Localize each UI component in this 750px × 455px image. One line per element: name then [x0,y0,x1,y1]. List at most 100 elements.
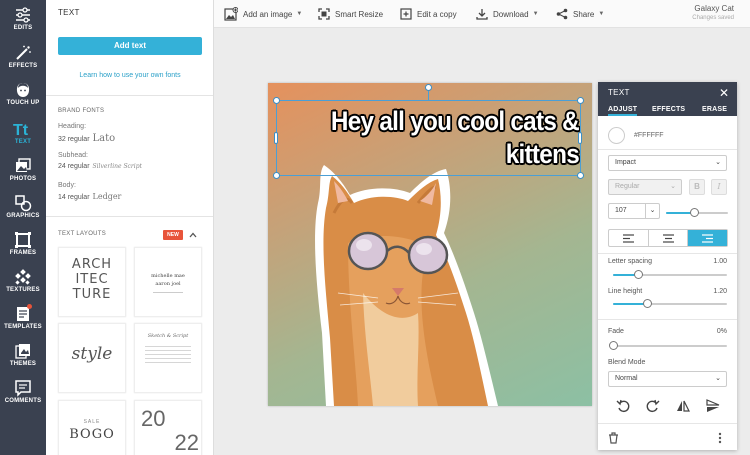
nav-item-comments[interactable]: COMMENTS [0,377,46,414]
share-button[interactable]: Share ▼ [556,0,604,28]
blend-mode-value: Normal [615,375,638,382]
chevron-down-icon: ⌄ [645,204,659,218]
notification-dot [27,304,32,309]
document-title[interactable]: Galaxy Cat [694,4,734,13]
chevron-up-icon[interactable] [188,230,198,240]
edit-copy-label: Edit a copy [417,9,457,19]
tab-adjust[interactable]: ADJUST [608,106,638,116]
add-text-button[interactable]: Add text [58,37,202,55]
tab-erase[interactable]: ERASE [702,106,727,113]
align-left-button[interactable] [609,230,649,246]
font-size-slider[interactable] [666,208,728,217]
side-handle[interactable] [274,132,278,144]
align-right-button[interactable] [688,230,728,246]
rotate-left-icon[interactable] [616,399,630,413]
slider-knob[interactable] [634,270,644,279]
letter-spacing-slider[interactable] [613,270,727,279]
nav-item-touch-up[interactable]: TOUCH UP [0,79,46,116]
font-family-select[interactable]: Impact ⌄ [608,155,727,171]
layout-tile[interactable]: Sketch & Script [134,323,202,393]
edit-copy-button[interactable]: Edit a copy [400,0,457,28]
resize-handle[interactable] [577,172,584,179]
letter-spacing-label: Letter spacing [608,258,652,265]
align-center-icon [662,233,674,243]
fade-slider[interactable] [609,341,727,350]
divider [46,95,213,96]
slider-knob[interactable] [689,208,699,217]
tile-text-lines [145,346,191,366]
slider-knob[interactable] [609,341,618,350]
layout-tile-text: ARCH [71,257,113,272]
subhead-font-value[interactable]: 24 regular Silverline Script [58,163,142,170]
smart-resize-label: Smart Resize [335,9,384,19]
trash-icon[interactable] [608,432,619,444]
flip-vertical-icon[interactable] [706,399,720,413]
properties-header: TEXT ✕ ADJUST EFFECTS ERASE [598,82,737,116]
font-size-input[interactable]: 107 ⌄ [608,203,660,219]
nav-label-frames: FRAMES [9,250,37,256]
align-left-icon [622,233,634,243]
heading-font-sample: Lato [92,133,116,144]
side-handle[interactable] [578,132,582,144]
resize-handle[interactable] [577,97,584,104]
slider-knob[interactable] [643,299,653,308]
rotate-handle[interactable] [425,84,432,91]
comment-icon [15,380,31,397]
body-font-sample: Ledger [92,192,122,201]
color-swatch[interactable] [608,127,625,144]
download-button[interactable]: Download ▼ [476,0,539,28]
layout-tile-text: michelle mae [151,273,185,279]
color-hex-value[interactable]: #FFFFFF [634,132,664,139]
italic-button[interactable]: I [711,179,727,195]
subhead-font-label: Subhead: [58,152,88,159]
fade-value: 0% [716,328,727,335]
nav-label-templates: TEMPLATES [4,324,42,330]
layout-tile-text: aaron joel [155,281,181,287]
line-height-slider[interactable] [613,299,727,308]
nav-item-photos[interactable]: PHOTOS [0,155,46,192]
divider [598,253,737,254]
learn-fonts-link[interactable]: Learn how to use your own fonts [46,72,213,79]
text-selection-box[interactable] [276,100,581,176]
resize-handle[interactable] [273,97,280,104]
nav-item-templates[interactable]: TEMPLATES [0,303,46,340]
close-icon[interactable]: ✕ [719,86,729,100]
flip-horizontal-icon[interactable] [676,399,690,413]
add-image-icon [224,7,238,21]
rotate-right-icon[interactable] [646,399,660,413]
layout-tile[interactable]: style [58,323,126,393]
svg-text:Tt: Tt [13,122,29,138]
magic-wand-icon [16,45,31,60]
share-label: Share [573,9,595,19]
resize-handle[interactable] [273,172,280,179]
layout-tile[interactable]: michelle mae aaron joel [134,247,202,317]
blend-mode-select[interactable]: Normal ⌄ [608,371,727,387]
nav-label-comments: COMMENTS [4,398,42,404]
layout-tile-text: 20 [141,406,166,431]
nav-item-text[interactable]: Tt TEXT [0,118,46,155]
line-height-value: 1.20 [713,288,727,295]
add-image-button[interactable]: Add an image ▼ [224,0,302,28]
heading-font-value[interactable]: 32 regular Lato [58,133,115,144]
layout-tile[interactable]: 20 22 [134,400,202,455]
layout-tile[interactable]: SALE BOGO [58,400,126,455]
nav-item-textures[interactable]: TEXTURES [0,266,46,303]
nav-item-frames[interactable]: FRAMES [0,229,46,266]
font-weight-select[interactable]: Regular ⌄ [608,179,682,195]
bold-button[interactable]: B [689,179,705,195]
smart-resize-button[interactable]: Smart Resize [318,0,383,28]
text-layouts-heading: TEXT LAYOUTS [58,231,107,237]
body-font-value[interactable]: 14 regular Ledger [58,192,121,201]
nav-item-edits[interactable]: EDITS [0,4,46,41]
tab-effects[interactable]: EFFECTS [652,106,685,113]
properties-title: TEXT [608,88,630,97]
nav-item-graphics[interactable]: GRAPHICS [0,192,46,229]
align-center-button[interactable] [649,230,689,246]
heading-font-label: Heading: [58,123,87,130]
nav-item-themes[interactable]: THEMES [0,340,46,377]
layout-tile[interactable]: ARCH ITEC TURE [58,247,126,317]
nav-item-effects[interactable]: EFFECTS [0,42,46,79]
face-icon [16,83,30,97]
more-options-icon[interactable] [718,432,722,444]
font-weight-value: Regular [615,183,640,190]
